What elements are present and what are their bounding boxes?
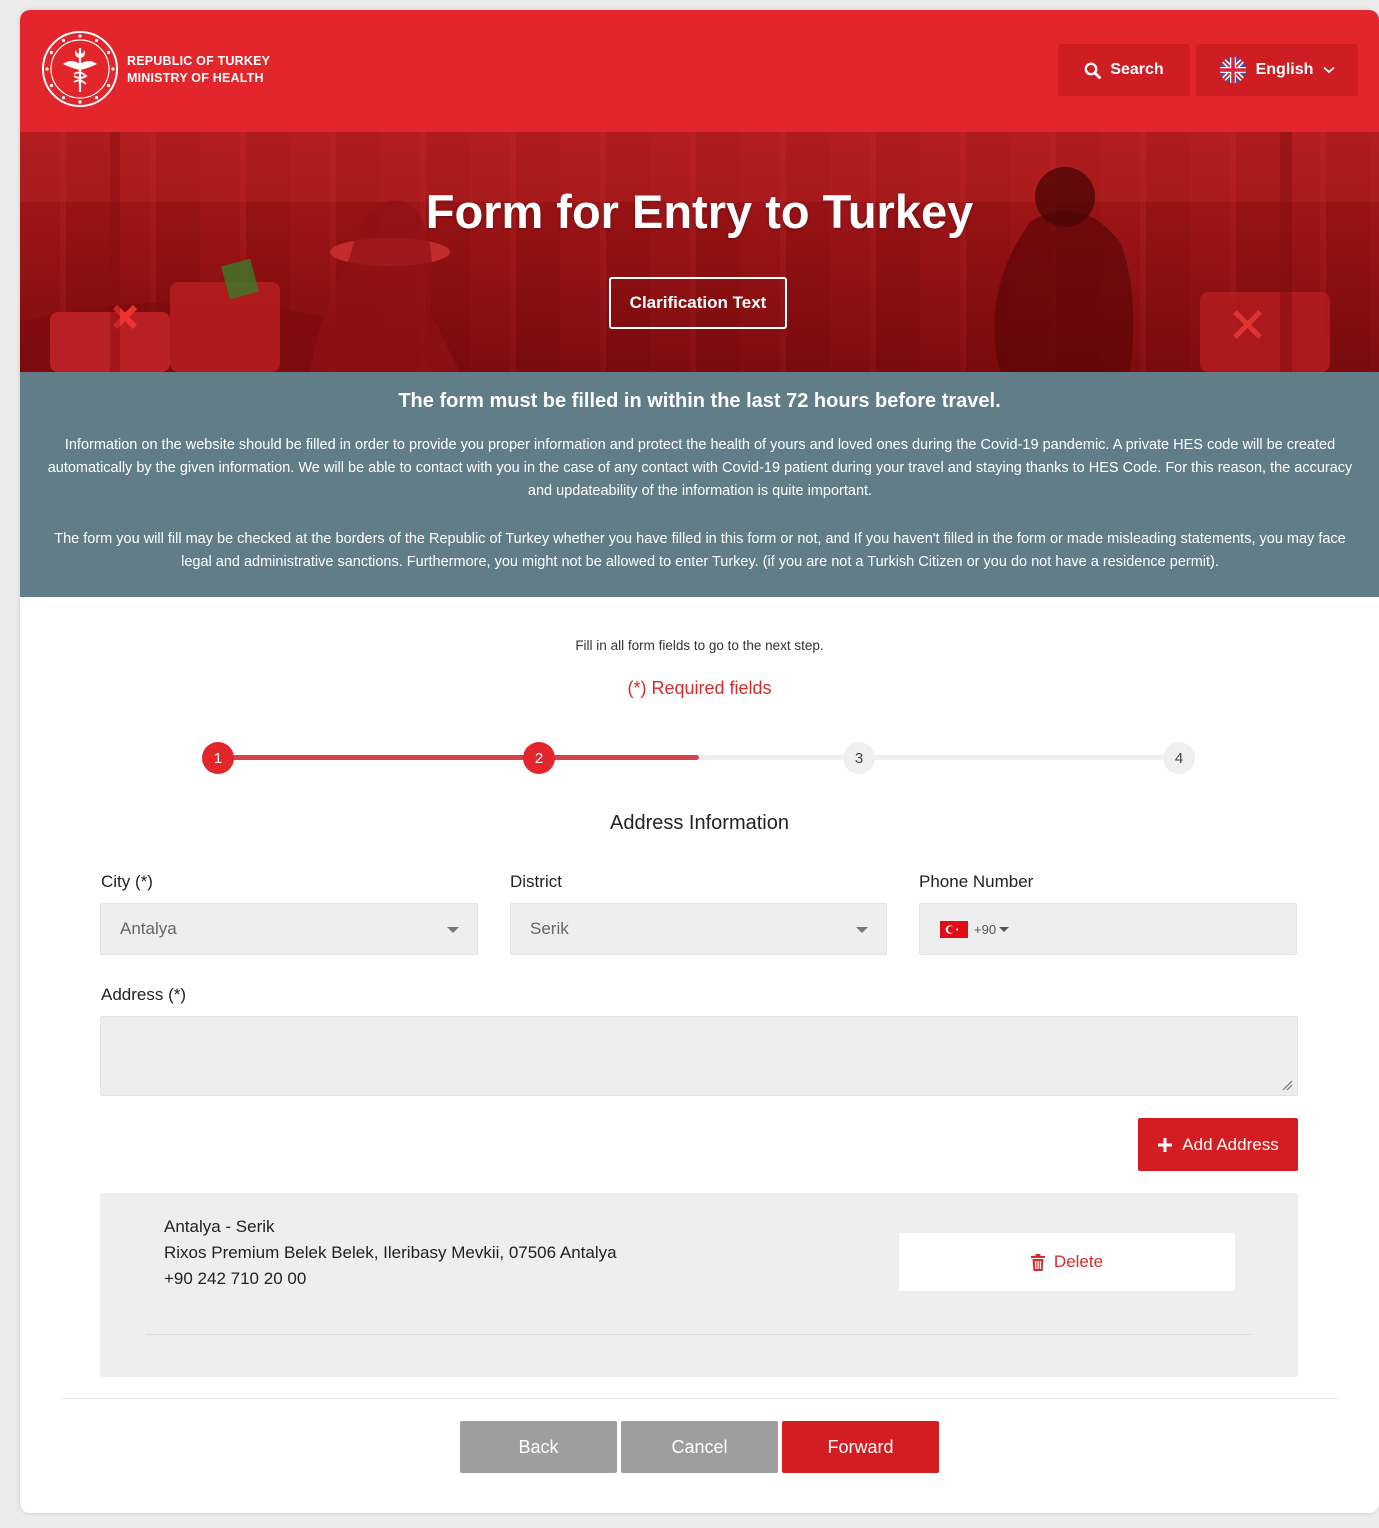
phone-field[interactable]: +90	[919, 903, 1297, 955]
divider	[60, 1398, 1340, 1399]
page-title: Form for Entry to Turkey	[425, 185, 974, 238]
add-address-label: Add Address	[1182, 1134, 1279, 1154]
clarification-text-button[interactable]: Clarification Text	[609, 277, 787, 329]
hero-scene-illustration	[20, 132, 1379, 372]
stepper-progress	[218, 755, 699, 760]
phone-label: Phone Number	[919, 872, 1034, 891]
address-textarea[interactable]	[100, 1016, 1298, 1096]
info-banner: The form must be filled in within the la…	[20, 372, 1379, 597]
saved-address-city-district: Antalya - Serik	[164, 1217, 275, 1236]
search-icon	[1084, 62, 1102, 79]
language-selector[interactable]: English	[1196, 44, 1358, 96]
section-title: Address Information	[610, 812, 789, 834]
chevron-down-icon	[1323, 66, 1335, 74]
cancel-button[interactable]: Cancel	[621, 1421, 778, 1473]
district-label: District	[510, 872, 562, 891]
delete-label: Delete	[1053, 1252, 1104, 1271]
form-card: REPUBLIC OF TURKEY MINISTRY OF HEALTH Se…	[20, 10, 1379, 1513]
logo-line-1: REPUBLIC OF TURKEY	[127, 54, 271, 68]
trash-icon	[1030, 1253, 1045, 1271]
form-instruction: Fill in all form fields to go to the nex…	[575, 638, 824, 653]
resize-handle-icon[interactable]	[1281, 1079, 1293, 1091]
language-label: English	[1255, 61, 1314, 78]
logo-line-2: MINISTRY OF HEALTH	[127, 71, 264, 85]
turkey-flag-icon[interactable]	[940, 920, 968, 938]
saved-address-street: Rixos Premium Belek Belek, Ileribasy Mev…	[164, 1243, 617, 1262]
hero-banner: Form for Entry to Turkey Clarification T…	[20, 132, 1379, 372]
info-paragraph-2: The form you will fill may be checked at…	[54, 531, 1346, 570]
step-4[interactable]: 4	[1163, 742, 1195, 774]
step-2[interactable]: 2	[523, 742, 555, 774]
info-heading: The form must be filled in within the la…	[398, 390, 1001, 412]
delete-address-button[interactable]: Delete	[899, 1233, 1235, 1291]
search-button[interactable]: Search	[1058, 44, 1190, 96]
caret-down-icon	[856, 927, 868, 933]
required-fields-note: (*) Required fields	[627, 678, 772, 698]
info-paragraph-1: Information on the website should be fil…	[47, 437, 1353, 499]
city-label: City (*)	[101, 872, 153, 891]
caret-down-icon	[447, 927, 459, 933]
district-value: Serik	[530, 919, 569, 938]
ministry-emblem-icon[interactable]	[41, 30, 119, 108]
saved-address-card: Antalya - Serik Rixos Premium Belek Bele…	[100, 1193, 1298, 1377]
step-1[interactable]: 1	[202, 742, 234, 774]
search-label: Search	[1110, 61, 1164, 78]
progress-stepper: 1 2 3 4	[20, 738, 1379, 778]
header-bar: REPUBLIC OF TURKEY MINISTRY OF HEALTH Se…	[20, 10, 1379, 132]
district-select[interactable]: Serik	[510, 903, 887, 955]
address-label: Address (*)	[101, 985, 187, 1004]
step-3[interactable]: 3	[843, 742, 875, 774]
uk-flag-icon	[1219, 57, 1246, 83]
add-address-button[interactable]: Add Address	[1138, 1118, 1298, 1171]
plus-icon	[1158, 1137, 1173, 1152]
city-value: Antalya	[120, 919, 177, 938]
phone-country-code[interactable]: +90	[974, 922, 996, 937]
divider	[146, 1334, 1252, 1335]
caret-down-icon[interactable]	[999, 926, 1010, 932]
saved-address-phone: +90 242 710 20 00	[164, 1269, 307, 1288]
forward-button[interactable]: Forward	[782, 1421, 939, 1473]
city-select[interactable]: Antalya	[100, 903, 478, 955]
back-button[interactable]: Back	[460, 1421, 617, 1473]
ministry-name: REPUBLIC OF TURKEY MINISTRY OF HEALTH	[127, 53, 270, 87]
